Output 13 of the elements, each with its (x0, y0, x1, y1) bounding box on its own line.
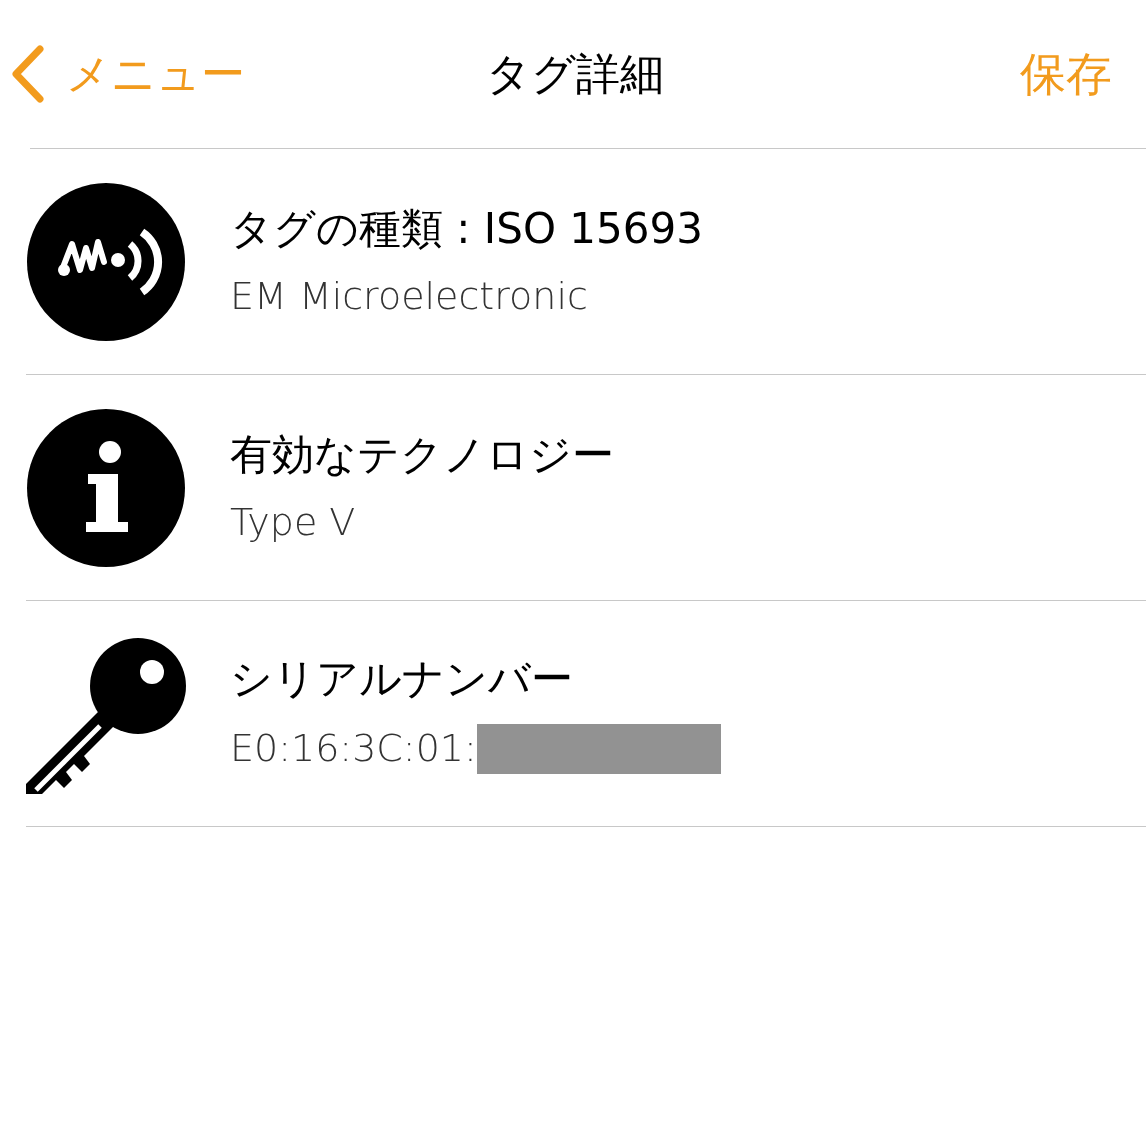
chevron-left-icon (10, 45, 44, 103)
save-button[interactable]: 保存 (1020, 39, 1112, 109)
info-icon (26, 407, 186, 568)
back-label: メニュー (66, 47, 245, 101)
back-button[interactable]: メニュー (10, 41, 245, 107)
row-subtitle: EM Microelectronic (230, 273, 588, 320)
row-title: タグの種類 : ISO 15693 (230, 202, 703, 255)
screen-title: タグ詳細 (486, 52, 664, 96)
row-subtitle: E0:16:3C:01: (230, 725, 477, 772)
row-subtitle: Type V (230, 499, 356, 546)
nfc-wave-icon (26, 181, 186, 342)
row-title: シリアルナンバー (230, 653, 574, 706)
row-title: 有効なテクノロジー (230, 428, 614, 481)
